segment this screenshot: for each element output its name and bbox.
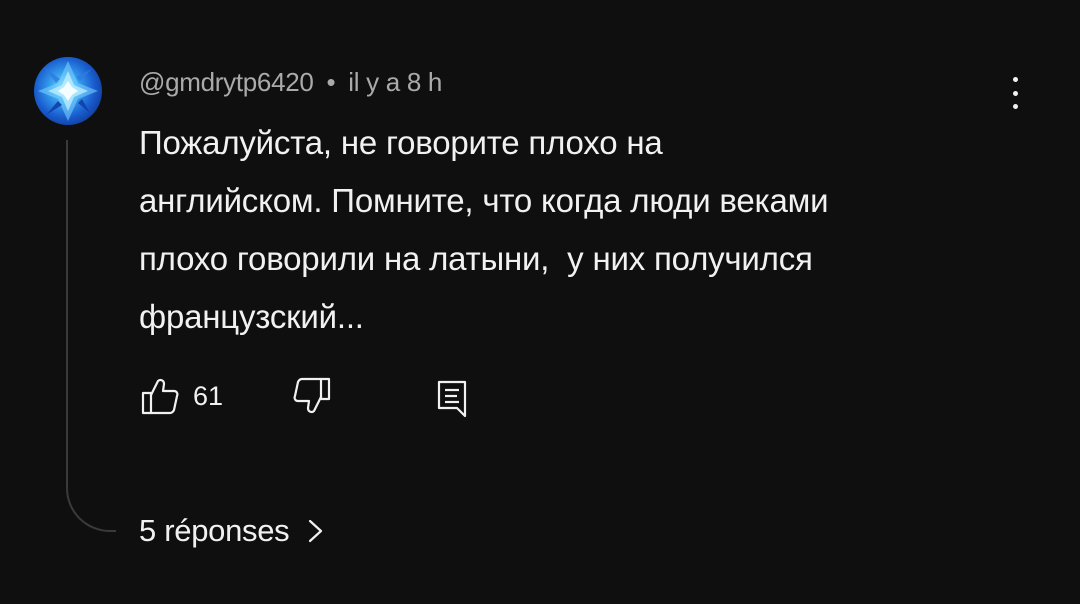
comment-thread: @gmdrytp6420 • il y a 8 h Пожалуйста, не… <box>0 0 1080 604</box>
comment-line: Пожалуйста, не говорите плохо на <box>139 124 663 161</box>
chevron-right-icon <box>309 519 323 543</box>
replies-label: 5 réponses <box>139 513 290 548</box>
reply-button[interactable] <box>431 377 473 419</box>
menu-dot <box>1012 90 1018 96</box>
like-button[interactable]: 61 <box>139 375 223 417</box>
comment-text: Пожалуйста, не говорите плохо на английс… <box>139 114 1019 346</box>
menu-dot <box>1012 104 1018 109</box>
author-name[interactable]: @gmdrytp6420 <box>139 67 314 97</box>
view-replies-button[interactable]: 5 réponses <box>139 513 329 549</box>
thumb-up-icon <box>141 378 179 415</box>
like-count: 61 <box>193 380 224 411</box>
avatar[interactable] <box>34 57 102 125</box>
menu-dot <box>1012 77 1018 82</box>
dislike-button[interactable] <box>291 375 333 417</box>
thread-connector <box>66 140 116 532</box>
more-vertical-icon[interactable] <box>1000 75 1030 111</box>
comment-line: английском. Помните, что когда люди века… <box>139 182 829 219</box>
comment-header: @gmdrytp6420 • il y a 8 h <box>139 67 442 98</box>
reply-comment-icon <box>437 380 467 418</box>
timestamp: il y a 8 h <box>348 67 443 97</box>
thumb-down-icon <box>293 377 331 414</box>
comment-line: французский... <box>139 298 364 335</box>
crystal-avatar-icon <box>38 61 98 121</box>
comment-line: плохо говорили на латыни, у них получилс… <box>139 240 813 277</box>
separator-dot: • <box>326 67 336 97</box>
